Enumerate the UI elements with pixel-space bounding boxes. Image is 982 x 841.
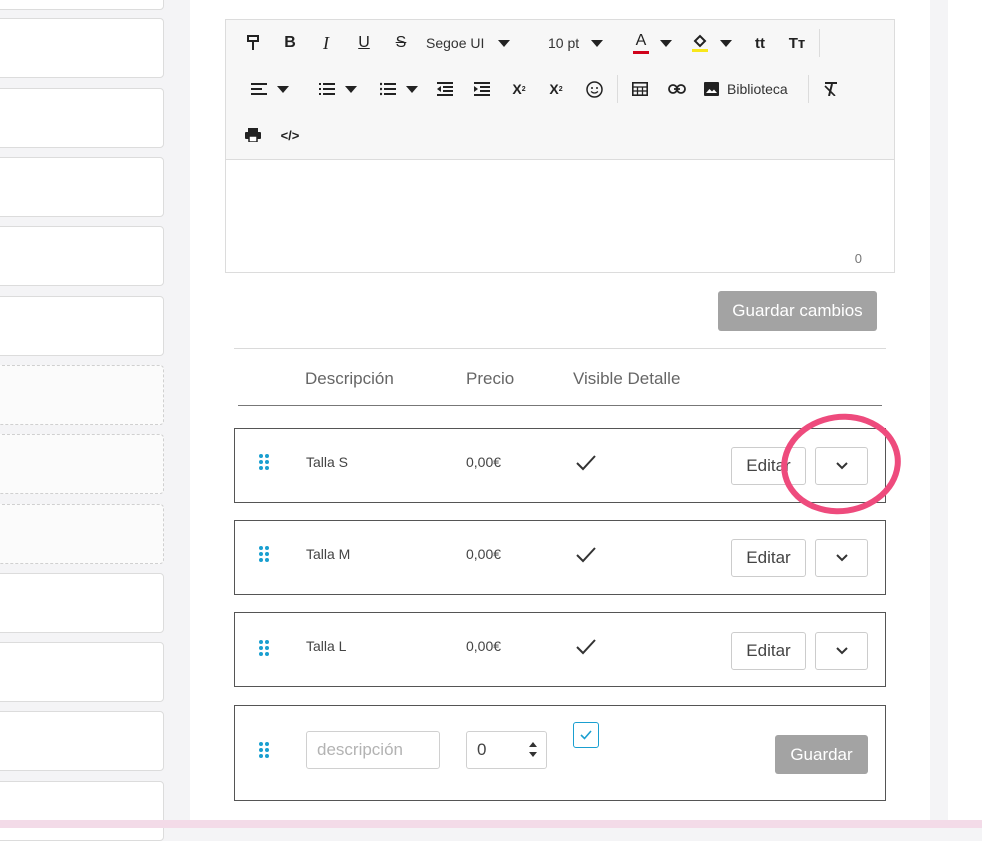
editor-toolbar: B I U S Segoe UI 10 pt A tt Tт X 2 X 2 B…	[226, 20, 894, 160]
left-field[interactable]	[0, 642, 164, 702]
strikethrough-icon[interactable]: S	[389, 28, 413, 58]
font-color-icon[interactable]: A	[630, 28, 652, 58]
left-field[interactable]	[0, 226, 164, 286]
chevron-down-icon[interactable]	[656, 28, 676, 58]
character-count: 0	[854, 251, 862, 266]
left-field[interactable]	[0, 88, 164, 148]
left-field[interactable]	[0, 296, 164, 356]
drag-handle-icon[interactable]	[259, 546, 273, 564]
left-field[interactable]	[0, 573, 164, 633]
image-icon	[704, 82, 719, 96]
drag-handle-icon[interactable]	[259, 454, 273, 472]
divider	[234, 348, 886, 349]
drag-handle-icon[interactable]	[259, 742, 273, 760]
column-header-visible: Visible Detalle	[573, 369, 681, 388]
library-label: Biblioteca	[727, 81, 788, 97]
editor-content-area[interactable]: 0	[226, 162, 894, 272]
check-icon	[576, 547, 596, 563]
row-price: 0,00€	[466, 638, 502, 654]
numbered-list-icon	[319, 83, 335, 95]
price-input[interactable]: 0	[466, 731, 547, 769]
check-icon	[576, 639, 596, 655]
outdent-icon[interactable]	[434, 74, 456, 104]
font-family-value: Segoe UI	[426, 35, 485, 51]
row-dropdown-button[interactable]	[815, 539, 868, 577]
chevron-down-icon	[591, 39, 604, 47]
indent-icon[interactable]	[471, 74, 493, 104]
rich-text-editor: B I U S Segoe UI 10 pt A tt Tт X 2 X 2 B…	[225, 19, 895, 273]
link-icon[interactable]	[665, 74, 689, 104]
description-input[interactable]: descripción	[306, 731, 440, 769]
save-row-button[interactable]: Guardar	[775, 735, 868, 774]
row-price: 0,00€	[466, 454, 502, 470]
header-divider	[238, 405, 882, 406]
row-description: Talla M	[306, 546, 351, 562]
toolbar-separator	[617, 75, 618, 103]
bullet-list-select[interactable]	[376, 74, 422, 104]
clear-format-icon[interactable]	[820, 74, 842, 104]
number-spinner-icon[interactable]	[528, 742, 538, 760]
numbered-list-select[interactable]	[315, 74, 361, 104]
underline-icon[interactable]: U	[352, 28, 376, 58]
toolbar-separator	[819, 29, 820, 57]
library-button[interactable]: Biblioteca	[704, 74, 800, 104]
bottom-bar	[0, 820, 982, 828]
highlight-color-icon[interactable]	[689, 28, 711, 58]
left-field[interactable]	[0, 157, 164, 217]
row-price: 0,00€	[466, 546, 502, 562]
drag-handle-icon[interactable]	[259, 640, 273, 658]
superscript-icon[interactable]: X2	[507, 74, 531, 104]
align-left-icon	[251, 83, 267, 95]
left-field[interactable]	[0, 0, 164, 10]
right-strip	[948, 0, 982, 828]
table-row: Talla M 0,00€ Editar	[234, 520, 886, 595]
uppercase-icon[interactable]: Tт	[786, 28, 808, 58]
row-description: Talla L	[306, 638, 347, 654]
left-field[interactable]	[0, 18, 164, 78]
new-row-form: descripción 0 Guardar	[234, 705, 886, 801]
save-changes-button[interactable]: Guardar cambios	[718, 291, 877, 331]
subscript-icon[interactable]: X2	[544, 74, 568, 104]
bullet-list-icon	[380, 82, 396, 96]
font-family-select[interactable]: Segoe UI	[426, 28, 530, 58]
chevron-down-icon	[498, 39, 511, 47]
chevron-down-icon	[835, 647, 848, 655]
table-row: Talla L 0,00€ Editar	[234, 612, 886, 687]
visible-checkbox[interactable]	[573, 722, 599, 748]
check-icon	[580, 730, 592, 740]
edit-button[interactable]: Editar	[731, 539, 806, 577]
left-field[interactable]	[0, 711, 164, 771]
chevron-down-icon[interactable]	[716, 28, 736, 58]
column-header-description: Descripción	[305, 369, 394, 388]
row-dropdown-button[interactable]	[815, 632, 868, 670]
font-size-select[interactable]: 10 pt	[548, 28, 610, 58]
italic-icon[interactable]: I	[314, 28, 338, 58]
edit-button[interactable]: Editar	[731, 632, 806, 670]
left-column	[0, 0, 170, 841]
column-header-price: Precio	[466, 369, 515, 388]
left-dropzone[interactable]	[0, 365, 164, 425]
lowercase-icon[interactable]: tt	[749, 28, 771, 58]
row-description: Talla S	[306, 454, 349, 470]
print-icon[interactable]	[242, 120, 264, 150]
format-painter-icon[interactable]	[242, 28, 264, 58]
align-select[interactable]	[246, 74, 294, 104]
bold-icon[interactable]: B	[278, 28, 302, 58]
left-dropzone[interactable]	[0, 434, 164, 494]
emoji-icon[interactable]	[582, 74, 606, 104]
code-icon[interactable]: </>	[278, 120, 302, 150]
toolbar-separator	[808, 75, 809, 103]
left-dropzone[interactable]	[0, 504, 164, 564]
price-input-value: 0	[477, 740, 487, 759]
chevron-down-icon	[835, 554, 848, 562]
left-field[interactable]	[0, 781, 164, 841]
check-icon	[576, 455, 596, 471]
table-icon[interactable]	[628, 74, 652, 104]
font-size-value: 10 pt	[548, 35, 580, 51]
